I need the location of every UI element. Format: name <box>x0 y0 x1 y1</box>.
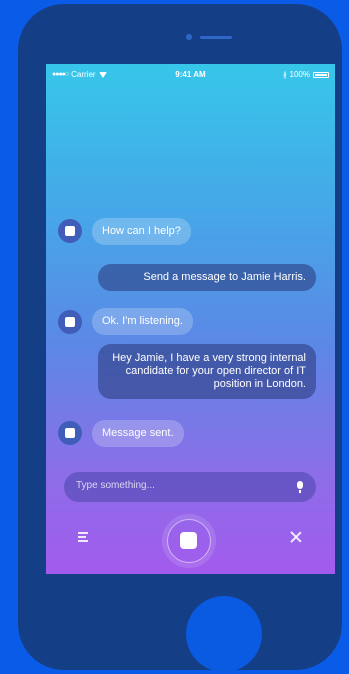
stop-icon <box>180 532 197 549</box>
battery-icon <box>313 71 329 78</box>
assistant-avatar-icon <box>58 310 82 334</box>
speaker-grille <box>200 36 232 39</box>
record-button[interactable] <box>167 519 211 563</box>
bluetooth-icon: ∦ <box>283 71 287 79</box>
menu-icon[interactable] <box>78 532 88 542</box>
battery-percent: 100% <box>289 70 310 79</box>
assistant-avatar-icon <box>58 219 82 243</box>
assistant-message: Ok. I'm listening. <box>92 308 193 335</box>
close-icon[interactable] <box>290 531 302 543</box>
assistant-message: Message sent. <box>92 420 184 447</box>
phone-screen: ●●●●○ Carrier 9:41 AM ∦ 100% How can I h… <box>46 64 335 574</box>
input-placeholder: Type something... <box>76 480 155 491</box>
user-message: Hey Jamie, I have a very strong internal… <box>98 344 316 399</box>
home-button[interactable] <box>186 596 262 672</box>
assistant-avatar-icon <box>58 421 82 445</box>
assistant-message: How can I help? <box>92 218 191 245</box>
page: ●●●●○ Carrier 9:41 AM ∦ 100% How can I h… <box>0 0 349 674</box>
microphone-icon[interactable] <box>297 481 303 493</box>
user-message: Send a message to Jamie Harris. <box>98 264 316 291</box>
camera-dot <box>186 34 192 40</box>
message-input[interactable]: Type something... <box>64 472 316 502</box>
status-right: ∦ 100% <box>283 70 329 79</box>
status-bar: ●●●●○ Carrier 9:41 AM ∦ 100% <box>46 70 335 84</box>
